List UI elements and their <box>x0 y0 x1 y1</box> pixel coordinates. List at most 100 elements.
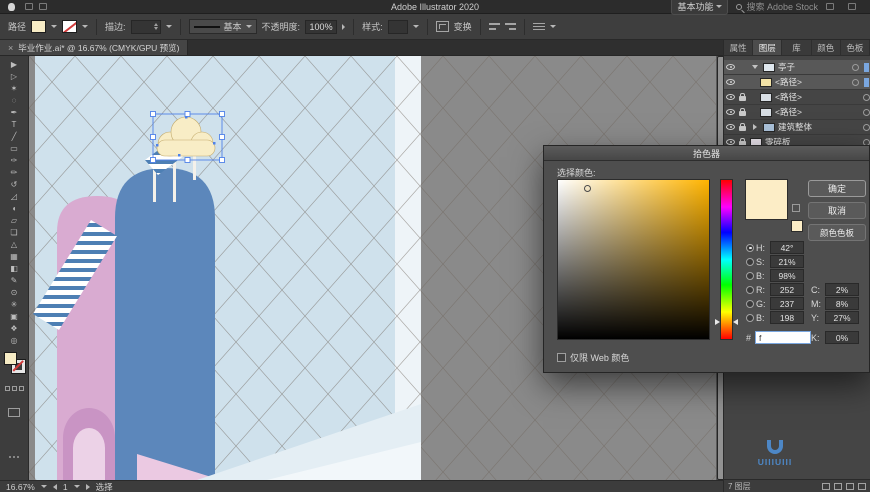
hex-field[interactable]: f <box>755 331 811 344</box>
b2-radio[interactable] <box>746 313 754 322</box>
lock-icon[interactable] <box>738 107 747 116</box>
mesh-tool[interactable]: ▦ <box>0 251 28 263</box>
layer-thumbnail[interactable] <box>763 62 775 72</box>
magic-wand-tool[interactable]: ✶ <box>0 83 28 95</box>
lock-icon[interactable] <box>738 122 747 131</box>
tab-color[interactable]: 颜色 <box>812 40 841 55</box>
r-value-field[interactable]: 252 <box>770 283 804 296</box>
artboard-number[interactable]: 1 <box>63 482 68 492</box>
b-radio[interactable] <box>746 271 754 280</box>
layer-row[interactable]: <路径> <box>724 75 870 90</box>
color-field-marker[interactable] <box>584 185 591 192</box>
layer-thumbnail[interactable] <box>760 92 772 102</box>
free-transform-tool[interactable]: ▱ <box>0 215 28 227</box>
stroke-weight-stepper[interactable] <box>130 19 161 34</box>
cancel-button[interactable]: 取消 <box>808 202 866 219</box>
paintbrush-tool[interactable]: ✑ <box>0 155 28 167</box>
style-chevron-icon[interactable] <box>412 25 419 28</box>
r-radio[interactable] <box>746 285 754 294</box>
fill-color-swatch[interactable] <box>31 20 47 33</box>
layer-thumbnail[interactable] <box>760 77 772 87</box>
s-value-field[interactable]: 21% <box>770 255 804 268</box>
hand-tool[interactable]: ❖ <box>0 323 28 335</box>
tab-layers[interactable]: 图层 <box>753 40 783 55</box>
selection-tool[interactable]: ▶ <box>0 59 28 71</box>
target-circle-icon[interactable] <box>863 93 870 101</box>
zoom-tool[interactable]: ◎ <box>0 335 28 347</box>
next-artboard-icon[interactable] <box>85 483 90 490</box>
layer-name[interactable]: 亭子 <box>778 61 795 73</box>
share-icon[interactable] <box>826 3 834 10</box>
brush-definition-dropdown[interactable]: 基本 <box>188 19 257 34</box>
panel-menu-icon[interactable] <box>532 22 545 32</box>
h-radio[interactable] <box>746 243 754 252</box>
stock-search[interactable]: 搜索 Adobe Stock <box>736 0 818 13</box>
shape-builder-tool[interactable]: ❏ <box>0 227 28 239</box>
prev-artboard-icon[interactable] <box>52 483 57 490</box>
web-safe-swatch[interactable] <box>791 220 803 232</box>
recolor-artwork-icon[interactable] <box>435 21 449 32</box>
g-radio[interactable] <box>746 299 754 308</box>
layer-name[interactable]: 建筑整体 <box>778 121 812 133</box>
close-tab-icon[interactable]: × <box>8 43 13 53</box>
target-circle-icon[interactable] <box>863 123 870 131</box>
new-layer-icon[interactable] <box>846 482 854 490</box>
visibility-eye-icon[interactable] <box>726 124 735 130</box>
tab-libraries[interactable]: 库 <box>782 40 812 55</box>
collapsed-chevron-icon[interactable] <box>753 124 757 130</box>
edit-toolbar-icon[interactable] <box>9 456 21 459</box>
layer-row[interactable]: 亭子 <box>724 60 870 75</box>
pen-tool[interactable]: ✒ <box>0 107 28 119</box>
blend-tool[interactable]: ⊙ <box>0 287 28 299</box>
align-right-icon[interactable] <box>504 22 516 32</box>
workspace-switcher[interactable]: 基本功能 <box>671 0 729 15</box>
zoom-level[interactable]: 16.67% <box>6 482 35 492</box>
layer-name[interactable]: <路径> <box>775 91 802 103</box>
k-value-field[interactable]: 0% <box>825 331 859 344</box>
saturation-brightness-field[interactable] <box>557 179 710 340</box>
document-setup-icon[interactable] <box>39 3 47 10</box>
hue-marker-icon[interactable] <box>733 319 738 325</box>
web-only-checkbox[interactable] <box>557 353 566 362</box>
artboard-chevron-icon[interactable] <box>73 485 80 488</box>
visibility-eye-icon[interactable] <box>726 64 735 70</box>
ok-button[interactable]: 确定 <box>808 180 866 197</box>
lock-icon[interactable] <box>738 92 747 101</box>
artboard-tool[interactable]: ▣ <box>0 311 28 323</box>
expand-chevron-icon[interactable] <box>752 65 758 69</box>
width-tool[interactable]: ◖ <box>0 203 28 215</box>
fill-chevron-icon[interactable] <box>51 25 58 28</box>
collect-for-export-icon[interactable] <box>822 482 830 490</box>
document-tab[interactable]: × 毕业作业.ai* @ 16.67% (CMYK/GPU 预览) <box>0 40 189 55</box>
delete-layer-icon[interactable] <box>858 482 866 490</box>
home-icon[interactable] <box>25 3 33 10</box>
type-tool[interactable]: T <box>0 119 28 131</box>
fill-swatch[interactable] <box>4 352 17 365</box>
visibility-eye-icon[interactable] <box>726 109 735 115</box>
visibility-eye-icon[interactable] <box>726 94 735 100</box>
symbol-sprayer-tool[interactable]: ✳ <box>0 299 28 311</box>
lasso-tool[interactable]: ◌ <box>0 95 28 107</box>
y-value-field[interactable]: 27% <box>825 311 859 324</box>
stroke-color-swatch[interactable] <box>62 20 78 33</box>
stroke-weight-chevron-icon[interactable] <box>165 25 172 28</box>
hue-slider[interactable] <box>715 179 738 340</box>
apple-menu-icon[interactable] <box>8 2 15 11</box>
eyedropper-tool[interactable]: ✎ <box>0 275 28 287</box>
c-value-field[interactable]: 2% <box>825 283 859 296</box>
rotate-tool[interactable]: ↺ <box>0 179 28 191</box>
visibility-eye-icon[interactable] <box>726 79 735 85</box>
layer-row[interactable]: <路径> <box>724 90 870 105</box>
layer-name[interactable]: <路径> <box>775 76 802 88</box>
target-circle-icon[interactable] <box>863 108 870 116</box>
line-segment-tool[interactable]: ╱ <box>0 131 28 143</box>
gradient-tool[interactable]: ◧ <box>0 263 28 275</box>
layer-thumbnail[interactable] <box>760 107 772 117</box>
g-value-field[interactable]: 237 <box>770 297 804 310</box>
m-value-field[interactable]: 8% <box>825 297 859 310</box>
more-options-chevron-icon[interactable] <box>549 25 556 28</box>
style-swatch[interactable] <box>387 19 408 34</box>
layer-row[interactable]: 建筑整体 <box>724 120 870 135</box>
drawing-modes[interactable] <box>5 386 24 391</box>
color-swatches-button[interactable]: 颜色色板 <box>808 224 866 241</box>
